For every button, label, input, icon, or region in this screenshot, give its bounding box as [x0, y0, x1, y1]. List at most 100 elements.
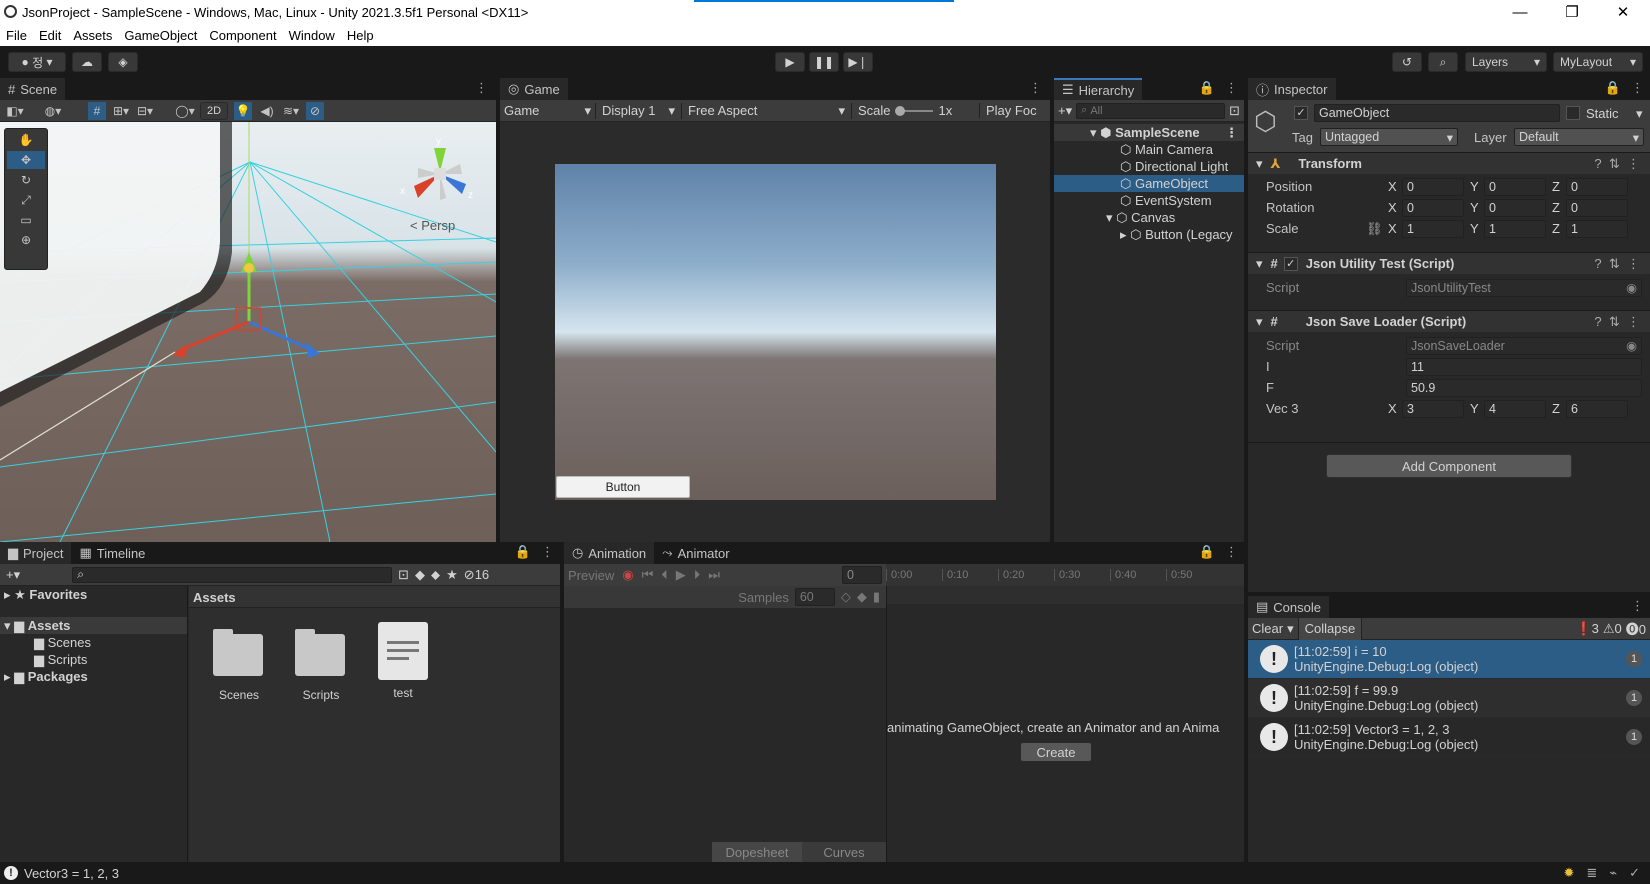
warning-filter-toggle[interactable]: ⚠0 — [1603, 621, 1622, 637]
hierarchy-item[interactable]: ⬡ EventSystem — [1054, 192, 1244, 209]
add-component-button[interactable]: Add Component — [1326, 454, 1572, 478]
first-key-icon[interactable]: ⏮ — [642, 567, 654, 583]
search-options-icon[interactable]: ⊡ — [1229, 103, 1240, 119]
component-enabled-checkbox[interactable]: ✓ — [1283, 256, 1298, 271]
frame-input[interactable]: 0 — [842, 566, 882, 584]
asset-item[interactable]: Scripts — [295, 629, 347, 702]
component-menu-icons[interactable]: ? ⇅ ⋮ — [1594, 314, 1650, 330]
layer-dropdown[interactable]: Default ▾ — [1514, 128, 1644, 146]
history-button[interactable]: ↺ — [1392, 52, 1422, 72]
add-icon[interactable]: +▾ — [6, 567, 20, 583]
cloud-button[interactable]: ☁ — [72, 52, 102, 72]
script-object-field[interactable]: JsonSaveLoader ◉ — [1406, 336, 1642, 355]
scale-z-input[interactable]: 1 — [1566, 219, 1628, 238]
menu-component[interactable]: Component — [203, 28, 282, 43]
tree-scripts[interactable]: ▆ Scripts — [0, 651, 187, 668]
static-checkbox[interactable] — [1566, 106, 1580, 120]
json-utility-header[interactable]: ▾ # ✓ Json Utility Test (Script) ? ⇅ ⋮ — [1248, 252, 1650, 274]
play-button[interactable]: ▶ — [775, 52, 805, 72]
position-y-input[interactable]: 0 — [1484, 177, 1546, 196]
audio-icon[interactable]: ◀) — [258, 102, 276, 120]
hidden-packages-icon[interactable]: ⊘16 — [464, 567, 489, 583]
tree-packages[interactable]: ▸ ▆ Packages — [0, 668, 187, 685]
game-viewport[interactable]: Button — [500, 122, 1050, 542]
close-button[interactable]: ✕ — [1600, 0, 1646, 24]
rotation-z-input[interactable]: 0 — [1566, 198, 1628, 217]
scene-viewport[interactable]: ✋ ✥ ↻ ⤢ ▭ ⊕ y x z < Persp — [0, 122, 496, 542]
scale-y-input[interactable]: 1 — [1484, 219, 1546, 238]
menu-gameobject[interactable]: GameObject — [118, 28, 203, 43]
tab-animation[interactable]: ◷ Animation — [564, 542, 655, 564]
search-by-type-icon[interactable]: ⊡ — [398, 567, 409, 583]
hidden-objects-icon[interactable]: ⊘ — [306, 101, 324, 120]
panel-menu-icon[interactable]: ⋮ — [467, 80, 496, 100]
tree-scenes[interactable]: ▆ Scenes — [0, 634, 187, 651]
draw-mode-icon[interactable]: ◧▾ — [6, 102, 24, 120]
timeline-ruler[interactable]: 0:00 0:10 0:20 0:30 0:40 0:50 — [886, 564, 1244, 586]
asset-item[interactable]: test — [377, 622, 429, 700]
account-dropdown[interactable]: ● 정 ▾ — [8, 52, 66, 72]
console-entry[interactable]: ! [11:02:59] i = 10 UnityEngine.Debug:Log… — [1248, 640, 1650, 679]
tree-favorites[interactable]: ▸ ★ Favorites — [0, 586, 187, 603]
asset-item[interactable]: Scenes — [213, 629, 265, 702]
aspect-dropdown[interactable]: Free Aspect ▾ — [682, 102, 852, 119]
effects-icon[interactable]: ≋▾ — [282, 102, 300, 120]
f-input[interactable]: 50.9 — [1406, 378, 1642, 397]
hand-tool-icon[interactable]: ✋ — [7, 131, 45, 149]
collab-button[interactable]: ◈ — [108, 52, 138, 72]
minimize-button[interactable]: — — [1497, 0, 1543, 24]
clear-dropdown[interactable]: Clear ▾ — [1248, 617, 1299, 640]
tag-dropdown[interactable]: Untagged ▾ — [1320, 128, 1458, 146]
maximize-button[interactable]: ❐ — [1549, 0, 1595, 24]
rotation-x-input[interactable]: 0 — [1402, 198, 1464, 217]
hierarchy-scene-row[interactable]: ▾ ⬢ SampleScene ⋮ — [1054, 124, 1244, 141]
2d-toggle-button[interactable]: 2D — [200, 101, 228, 120]
row-menu-icon[interactable]: ⋮ — [1225, 125, 1244, 141]
panel-menu-icon[interactable]: ⋮ — [1625, 80, 1650, 100]
move-tool-icon[interactable]: ✥ — [7, 151, 45, 169]
add-keyframe-icon[interactable]: ◇ — [841, 589, 851, 605]
tab-animator[interactable]: ⤳ Animator — [654, 542, 738, 564]
script-object-field[interactable]: JsonUtilityTest ◉ — [1406, 278, 1642, 297]
component-menu-icons[interactable]: ? ⇅ ⋮ — [1594, 256, 1650, 272]
menu-edit[interactable]: Edit — [33, 28, 67, 43]
search-button[interactable]: ⌕ — [1428, 52, 1458, 72]
play-icon[interactable]: ▶ — [676, 567, 686, 583]
create-animation-button[interactable]: Create — [1020, 742, 1092, 762]
increment-snap-icon[interactable]: ⊟▾ — [136, 102, 154, 120]
add-icon[interactable]: +▾ — [1058, 103, 1072, 119]
progress-check-icon[interactable]: ✓ — [1629, 865, 1640, 881]
console-entry[interactable]: ! [11:02:59] f = 99.9 UnityEngine.Debug:L… — [1248, 679, 1650, 718]
hierarchy-search-input[interactable]: ⌕ All — [1076, 102, 1226, 119]
curves-tab[interactable]: Curves — [802, 842, 886, 862]
lock-icon[interactable]: 🔒 — [1601, 80, 1625, 100]
rotate-tool-icon[interactable]: ↻ — [7, 171, 45, 189]
tab-game[interactable]: ◎ Game — [500, 78, 568, 100]
info-filter-toggle[interactable]: ❗3 — [1575, 621, 1598, 637]
json-save-header[interactable]: ▾ # Json Save Loader (Script) ? ⇅ ⋮ — [1248, 310, 1650, 332]
hierarchy-item[interactable]: ⬡ Directional Light — [1054, 158, 1244, 175]
lock-icon[interactable]: 🔒 — [1195, 80, 1219, 100]
scale-x-input[interactable]: 1 — [1402, 219, 1464, 238]
tab-console[interactable]: ▤ Console — [1248, 596, 1329, 618]
status-message[interactable]: Vector3 = 1, 2, 3 — [24, 866, 119, 881]
constrain-link-icon[interactable]: ⛓ — [1366, 221, 1388, 237]
debug-bug-icon[interactable]: ✹ — [1563, 865, 1574, 881]
dopesheet-tab[interactable]: Dopesheet — [712, 842, 802, 862]
grid-snap-icon[interactable]: ⊞▾ — [112, 102, 130, 120]
console-entry[interactable]: ! [11:02:59] Vector3 = 1, 2, 3 UnityEngin… — [1248, 718, 1650, 757]
tab-timeline[interactable]: ▦ Timeline — [71, 542, 154, 564]
hierarchy-item-selected[interactable]: ⬡ GameObject — [1054, 175, 1244, 192]
prev-key-icon[interactable]: ⏴ — [661, 567, 668, 583]
display-dropdown[interactable]: Display 1 ▾ — [596, 102, 682, 119]
component-menu-icons[interactable]: ? ⇅ ⋮ — [1594, 156, 1650, 172]
label-icon[interactable]: ⬥ — [431, 567, 440, 583]
menu-assets[interactable]: Assets — [67, 28, 118, 43]
panel-menu-icon[interactable]: ⋮ — [535, 544, 560, 564]
next-key-icon[interactable]: ⏵ — [694, 567, 701, 583]
game-mode-dropdown[interactable]: Game ▾ — [500, 102, 596, 119]
tree-assets[interactable]: ▾ ▆ Assets — [0, 617, 187, 634]
pause-button[interactable]: ❚❚ — [809, 52, 839, 72]
collapse-toggle[interactable]: Collapse — [1298, 617, 1363, 640]
menu-help[interactable]: Help — [341, 28, 380, 43]
